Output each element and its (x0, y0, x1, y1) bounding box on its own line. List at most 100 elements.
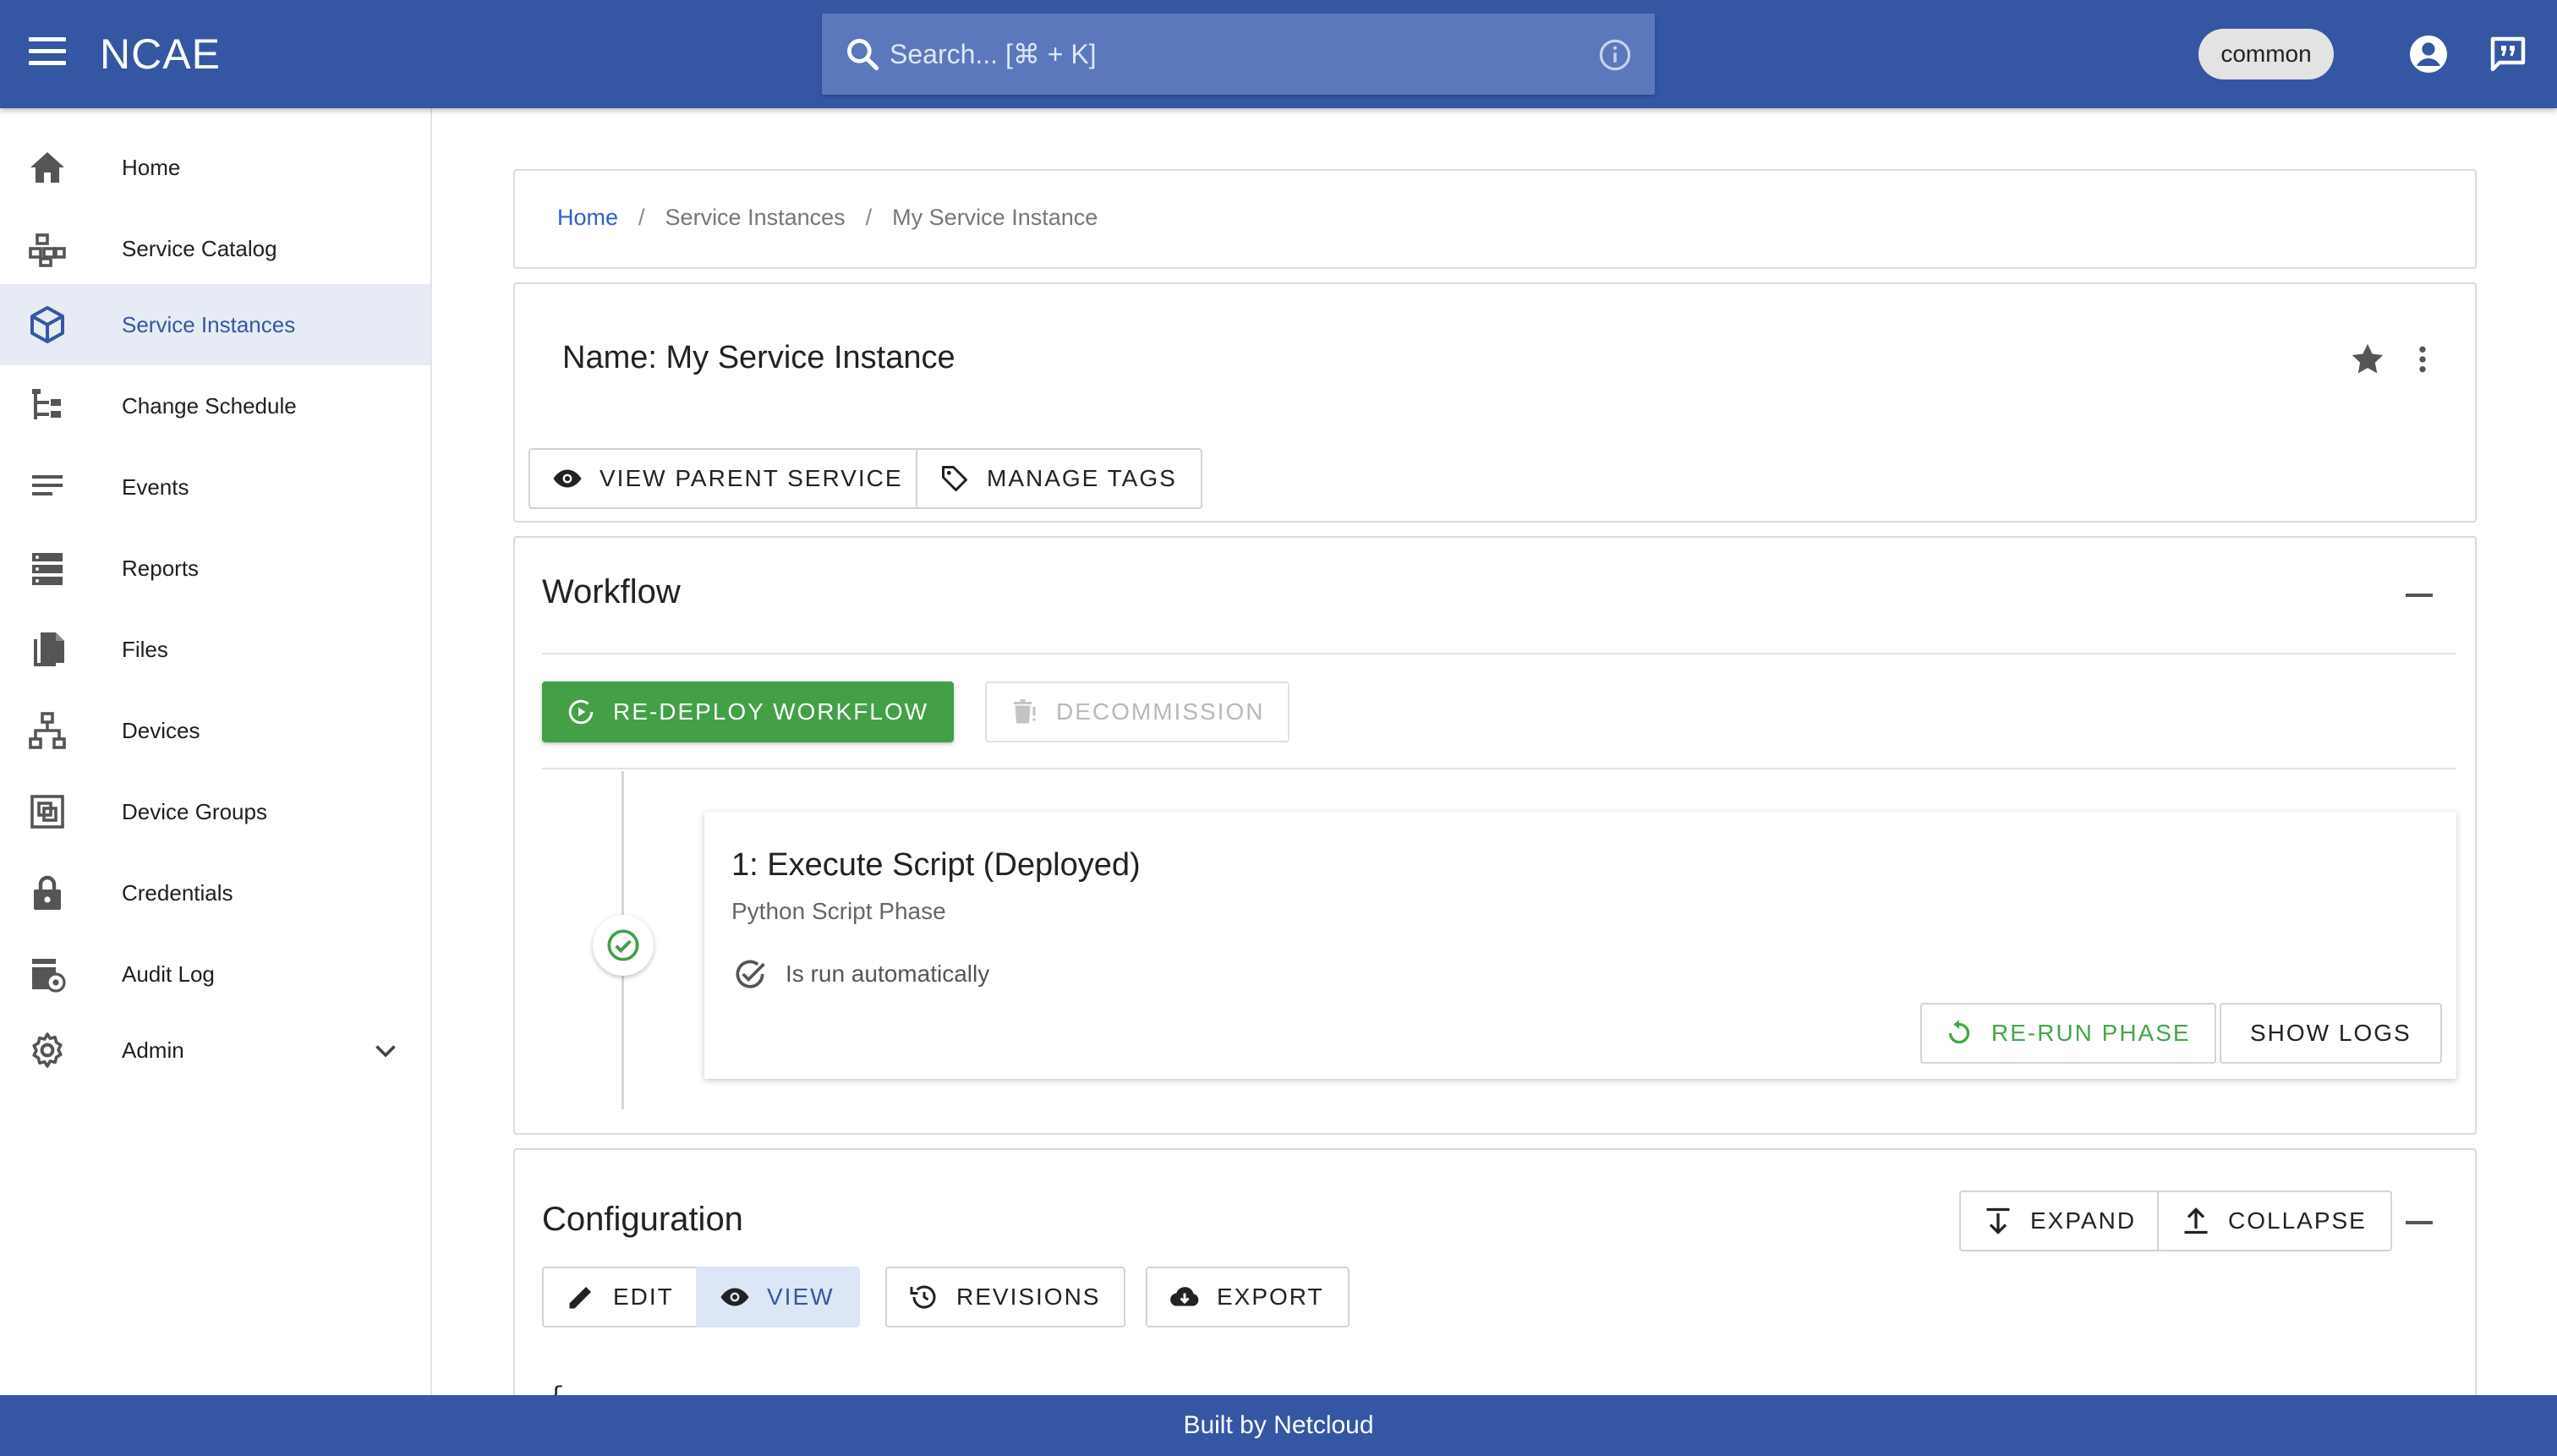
sidebar-item-label: Change Schedule (122, 392, 297, 419)
expand-label: EXPAND (2030, 1207, 2137, 1234)
sidebar-item-change-schedule[interactable]: Change Schedule (0, 365, 432, 446)
sidebar-item-label: Credentials (122, 879, 233, 906)
auto-check-icon (736, 960, 765, 988)
auto-run-label: Is run automatically (786, 961, 990, 987)
server-icon (32, 553, 63, 585)
view-parent-service-button[interactable]: VIEW PARENT SERVICE (528, 448, 928, 509)
sidebar-item-credentials[interactable]: Credentials (0, 852, 432, 933)
show-logs-label: SHOW LOGS (2250, 1020, 2412, 1046)
redeploy-workflow-button[interactable]: RE-DEPLOY WORKFLOW (542, 681, 955, 742)
view-mode-button[interactable]: VIEW (696, 1267, 860, 1327)
manage-tags-button[interactable]: MANAGE TAGS (916, 448, 1202, 509)
collapse-configuration-icon[interactable] (2406, 1221, 2433, 1224)
breadcrumb-current: My Service Instance (892, 205, 1098, 230)
app-logo[interactable]: NCAE (100, 29, 221, 79)
search-icon (847, 39, 879, 71)
lock-icon (34, 875, 61, 910)
expand-button[interactable]: EXPAND (1959, 1191, 2162, 1251)
divider (542, 653, 2456, 654)
sidebar-item-device-groups[interactable]: Device Groups (0, 771, 432, 852)
service-catalog-icon (29, 233, 66, 267)
sidebar-item-label: Reports (122, 555, 200, 581)
revisions-button[interactable]: REVISIONS (885, 1267, 1126, 1327)
tree-icon (32, 389, 61, 419)
sidebar-item-label: Audit Log (122, 961, 215, 987)
search-input[interactable] (890, 29, 1549, 79)
cloud-download-icon (1170, 1287, 1199, 1306)
breadcrumb-home-link[interactable]: Home (557, 205, 618, 231)
network-icon (29, 712, 66, 749)
collapse-up-icon (2184, 1207, 2208, 1234)
sidebar-item-home[interactable]: Home (0, 127, 432, 208)
gear-icon (32, 1032, 63, 1068)
eye-icon (553, 469, 582, 488)
sidebar-item-label: Events (122, 473, 189, 500)
sidebar-item-label: Service Catalog (122, 235, 277, 261)
rerun-phase-label: RE-RUN PHASE (1991, 1020, 2191, 1046)
rerun-phase-button[interactable]: RE-RUN PHASE (1920, 1003, 2216, 1064)
home-icon (30, 152, 64, 183)
more-vert-icon[interactable] (2406, 340, 2439, 379)
view-parent-service-label: VIEW PARENT SERVICE (600, 465, 903, 491)
redeploy-workflow-label: RE-DEPLOY WORKFLOW (613, 698, 929, 725)
top-app-bar: NCAE common (0, 0, 2557, 108)
sidebar-item-label: Home (122, 154, 181, 180)
phase-subtitle: Python Script Phase (731, 898, 946, 924)
sidebar-item-events[interactable]: Events (0, 446, 432, 528)
sidebar-item-reports[interactable]: Reports (0, 528, 432, 609)
chevron-down-icon[interactable] (370, 1035, 401, 1065)
list-lines-icon (32, 475, 63, 495)
feedback-icon[interactable] (2488, 34, 2528, 74)
sidebar-nav: Home Service Catalog Service Instances C… (0, 108, 432, 1395)
replay-icon (1948, 1020, 1970, 1044)
configuration-title: Configuration (542, 1201, 743, 1238)
sidebar-item-label: Device Groups (122, 798, 267, 824)
instance-header-card: Name: My Service Instance VIEW PARENT SE… (513, 282, 2477, 523)
collapse-label: COLLAPSE (2228, 1207, 2367, 1234)
account-circle-icon[interactable] (2408, 34, 2449, 74)
decommission-label: DECOMMISSION (1056, 698, 1265, 725)
sidebar-item-label: Devices (122, 717, 200, 743)
global-search[interactable] (822, 14, 1655, 95)
sidebar-item-admin[interactable]: Admin (0, 1010, 432, 1091)
collapse-workflow-icon[interactable] (2406, 594, 2433, 597)
show-logs-button[interactable]: SHOW LOGS (2220, 1003, 2442, 1064)
tag-icon (942, 466, 967, 491)
sidebar-item-devices[interactable]: Devices (0, 690, 432, 771)
audit-log-icon (32, 959, 66, 993)
sidebar-item-service-instances[interactable]: Service Instances (0, 284, 430, 365)
workflow-card: Workflow RE-DEPLOY WORKFLOW DECOMMISSION… (513, 536, 2477, 1135)
edit-mode-button[interactable]: EDIT (542, 1267, 698, 1327)
export-button[interactable]: EXPORT (1146, 1267, 1350, 1327)
breadcrumb-card: Home / Service Instances / My Service In… (513, 169, 2477, 269)
eye-icon (720, 1288, 749, 1306)
sidebar-item-label: Service Instances (122, 311, 296, 337)
info-icon[interactable] (1597, 37, 1633, 73)
hamburger-menu-icon[interactable] (29, 37, 66, 71)
breadcrumb: Home / Service Instances / My Service In… (557, 205, 1098, 231)
check-circle-icon (607, 929, 639, 961)
trash-icon (1014, 699, 1036, 724)
star-icon[interactable] (2348, 340, 2387, 379)
configuration-card: Configuration EXPAND COLLAPSE EDIT VIEW … (513, 1148, 2477, 1419)
export-label: EXPORT (1217, 1284, 1324, 1310)
phase-title: 1: Execute Script (Deployed) (731, 847, 1141, 883)
collapse-button[interactable]: COLLAPSE (2157, 1191, 2392, 1251)
divider (542, 768, 2456, 769)
pencil-icon (569, 1287, 591, 1309)
phase-card: 1: Execute Script (Deployed) Python Scri… (704, 812, 2456, 1079)
decommission-button[interactable]: DECOMMISSION (985, 681, 1290, 742)
workflow-title: Workflow (542, 573, 681, 610)
breadcrumb-service-instances[interactable]: Service Instances (665, 205, 846, 231)
sidebar-item-label: Admin (122, 1037, 184, 1063)
files-icon (34, 632, 64, 666)
history-icon (910, 1285, 936, 1309)
redeploy-icon (568, 699, 594, 725)
sidebar-item-files[interactable]: Files (0, 609, 432, 690)
sidebar-item-audit-log[interactable]: Audit Log (0, 933, 432, 1015)
phase-status-indicator (593, 915, 654, 976)
revisions-label: REVISIONS (956, 1284, 1101, 1310)
namespace-chip[interactable]: common (2198, 29, 2334, 79)
sidebar-item-service-catalog[interactable]: Service Catalog (0, 208, 432, 289)
manage-tags-label: MANAGE TAGS (987, 465, 1177, 491)
